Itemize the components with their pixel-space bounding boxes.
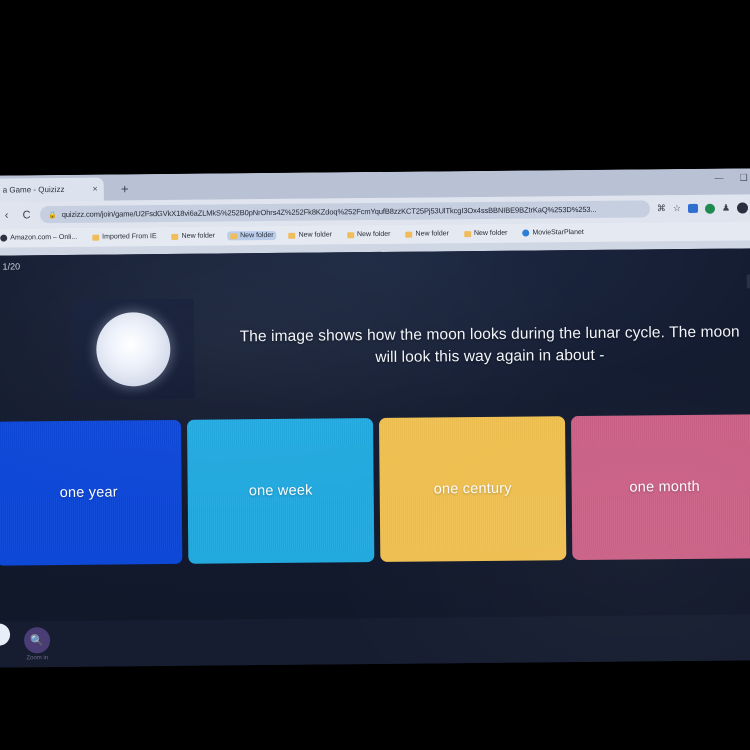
answer-label: one century bbox=[433, 480, 512, 498]
system-tray: 🛡 ˄ ▤ ⧽) ☁ ◢ ²☐ 1:47 AM 2/11/2021 ▤ bbox=[562, 665, 750, 667]
tab-title: ying a Game - Quizizz bbox=[0, 184, 65, 195]
bookmark-label: Imported From IE bbox=[102, 233, 157, 241]
folder-icon bbox=[405, 231, 413, 238]
bookmark-item[interactable]: MovieStarPlanet bbox=[519, 228, 586, 238]
bookmark-label: New folder bbox=[415, 230, 450, 238]
minimize-icon[interactable]: — bbox=[715, 173, 724, 184]
bookmark-item[interactable]: Imported From IE bbox=[89, 232, 160, 242]
magnifier-icon: 🔍 bbox=[23, 627, 51, 654]
bookmark-item[interactable]: Amazon.com – Onli... bbox=[0, 233, 80, 243]
address-bar[interactable]: 🔒 quizizz.com/join/game/U2FsdGVkX18vi6aZ… bbox=[39, 200, 650, 224]
answer-option-4[interactable]: one month bbox=[570, 414, 750, 561]
bookmark-label: New folder bbox=[357, 230, 391, 239]
photo-of-laptop-screen: ying a Game - Quizizz × + — ❑ ‹ C 🔒 quiz… bbox=[0, 0, 750, 750]
question-progress: 1/20 bbox=[2, 261, 21, 272]
profile-avatar[interactable] bbox=[736, 202, 749, 214]
reload-icon[interactable]: C bbox=[20, 209, 33, 221]
browser-tab-quizizz[interactable]: ying a Game - Quizizz × bbox=[0, 177, 104, 202]
browser-chrome: ying a Game - Quizizz × + — ❑ ‹ C 🔒 quiz… bbox=[0, 168, 750, 420]
extension-blue-icon[interactable] bbox=[687, 203, 698, 213]
folder-icon bbox=[347, 231, 355, 238]
zoom-in-label: Zoom in bbox=[26, 655, 49, 662]
folder-icon bbox=[288, 232, 296, 239]
folder-icon bbox=[463, 230, 471, 237]
extensions-icon[interactable]: ⌘ bbox=[657, 203, 666, 214]
quizizz-game-page: 1/20 The image shows how the moon looks … bbox=[0, 248, 750, 668]
window-controls: — ❑ bbox=[715, 172, 748, 183]
answer-option-2[interactable]: one week bbox=[187, 418, 375, 564]
folder-icon bbox=[230, 232, 238, 239]
extension-green-icon[interactable] bbox=[704, 203, 715, 214]
full-moon-icon bbox=[95, 311, 171, 387]
zoom-in-button[interactable]: 🔍 Zoom in bbox=[23, 627, 51, 662]
answer-option-1[interactable]: one year bbox=[0, 419, 183, 566]
bookmark-label: New folder bbox=[298, 231, 333, 239]
answer-label: one month bbox=[629, 478, 700, 496]
answer-label: one year bbox=[59, 484, 118, 502]
clock-time: 1:47 AM bbox=[701, 665, 729, 667]
maximize-icon[interactable]: ❑ bbox=[740, 172, 748, 183]
toolbar-right-icons: ⌘ ☆ ♟ bbox=[657, 202, 749, 214]
url-text: quizizz.com/join/game/U2FsdGVkX18vi6aZLM… bbox=[61, 204, 597, 220]
bookmark-item[interactable]: New folder bbox=[286, 230, 336, 239]
lock-icon: 🔒 bbox=[48, 211, 57, 219]
new-tab-button[interactable]: + bbox=[116, 180, 134, 198]
question-content-row: The image shows how the moon looks durin… bbox=[0, 278, 750, 415]
avatar bbox=[0, 623, 11, 646]
bookmark-item[interactable]: New folder bbox=[461, 229, 511, 238]
question-text: The image shows how the moon looks durin… bbox=[239, 323, 740, 367]
bookmark-label: MovieStarPlanet bbox=[532, 228, 584, 237]
bookmark-item-hovered[interactable]: New folder bbox=[227, 230, 277, 241]
bookmark-item[interactable]: New folder bbox=[344, 230, 394, 239]
laptop-screen: ying a Game - Quizizz × + — ❑ ‹ C 🔒 quiz… bbox=[0, 168, 750, 668]
close-icon[interactable]: × bbox=[92, 184, 97, 194]
bookmark-label: New folder bbox=[181, 232, 216, 240]
bookmark-label: New folder bbox=[473, 229, 508, 238]
answer-option-3[interactable]: one century bbox=[378, 416, 567, 562]
question-image bbox=[71, 298, 195, 400]
globe-icon bbox=[0, 234, 8, 242]
back-icon[interactable]: ‹ bbox=[0, 209, 13, 221]
bookmark-label: Amazon.com – Onli... bbox=[10, 233, 78, 242]
answer-label: one week bbox=[248, 482, 313, 500]
game-bottom-bar: r 🔍 Zoom in bbox=[0, 614, 750, 668]
bookmark-item[interactable]: New folder bbox=[169, 232, 219, 241]
bookmark-item[interactable]: New folder bbox=[402, 229, 452, 238]
clock[interactable]: 1:47 AM 2/11/2021 bbox=[699, 665, 730, 667]
folder-icon bbox=[171, 233, 179, 240]
extension-dark-icon[interactable]: ♟ bbox=[722, 203, 730, 214]
msp-icon bbox=[522, 229, 530, 237]
bookmark-star-icon[interactable]: ☆ bbox=[673, 203, 681, 214]
bookmark-label: New folder bbox=[240, 231, 274, 240]
answer-options: one year one week one century one month bbox=[0, 414, 750, 566]
folder-icon bbox=[92, 234, 100, 241]
